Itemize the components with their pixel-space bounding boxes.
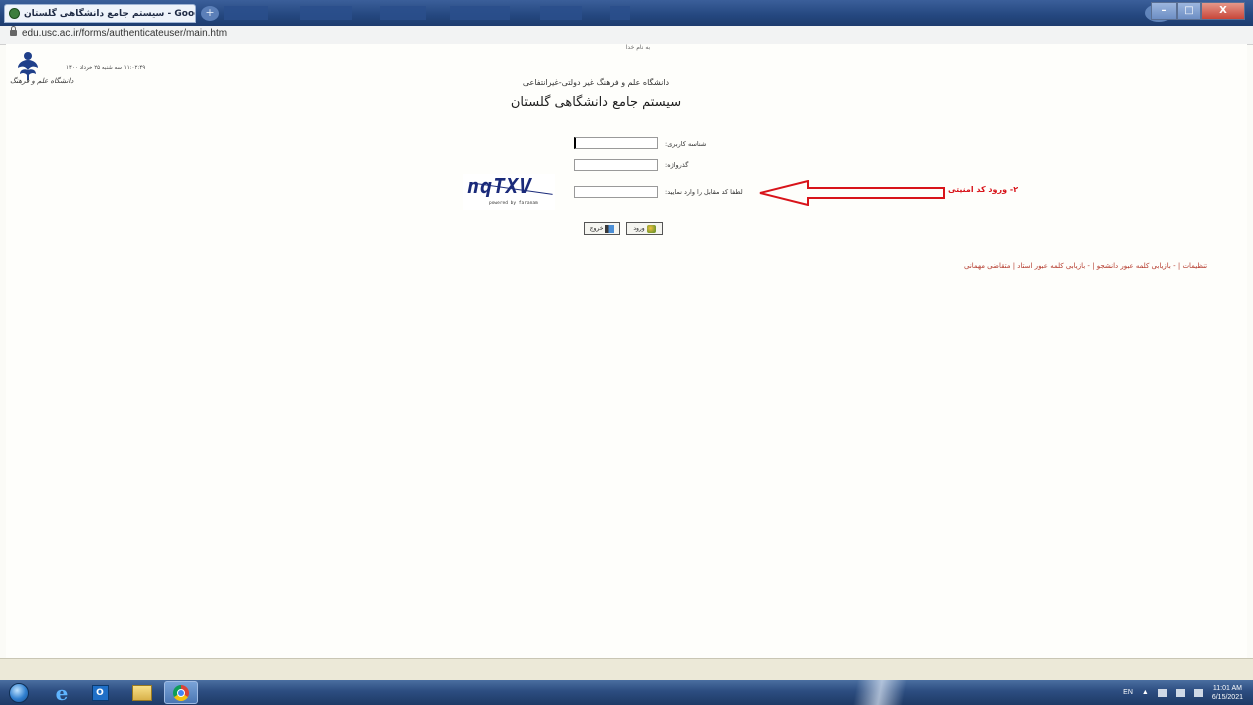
current-datetime: ۱۱:۰۲:۴۹ سه شنبه ۲۵ خرداد ۱۴۰۰ (66, 65, 146, 71)
clock[interactable]: 11:01 AM 6/15/2021 (1212, 684, 1243, 702)
logo-caption: دانشگاه علم و فرهنگ (10, 77, 74, 85)
annotation-text: ۲- ورود کد امنیتی (948, 185, 1019, 194)
title-bar-segment (300, 6, 352, 20)
title-bar-segment (450, 6, 510, 20)
captcha-input[interactable] (574, 186, 658, 198)
window-controls: – □ X (1151, 2, 1245, 20)
url-text[interactable]: edu.usc.ac.ir/forms/authenticateuser/mai… (22, 28, 227, 39)
new-tab-button[interactable]: + (201, 6, 219, 21)
internet-explorer-icon[interactable]: e (50, 681, 74, 705)
bismillah-text: به نام خدا (625, 44, 651, 51)
browser-tab[interactable]: سیستم جامع دانشگاهی گلستان - Google Chro… (4, 4, 196, 23)
door-exit-icon (605, 224, 615, 233)
browser-status-strip (0, 658, 1253, 681)
taskbar-glare (820, 680, 940, 705)
title-bar-segment (610, 6, 630, 20)
password-input[interactable] (574, 159, 658, 171)
network-icon[interactable] (1175, 688, 1185, 697)
browser-title-bar: سیستم جامع دانشگاهی گلستان - Google Chro… (0, 0, 1253, 26)
windows-orb-icon (9, 683, 29, 703)
address-bar[interactable]: edu.usc.ac.ir/forms/authenticateuser/mai… (0, 26, 1253, 45)
action-center-icon[interactable] (1157, 688, 1167, 697)
footer-links[interactable]: تنظیمات | - بازیابی کلمه عبور دانشجو | -… (964, 262, 1207, 270)
close-button[interactable]: X (1201, 2, 1245, 20)
tab-title: سیستم جامع دانشگاهی گلستان - Google Chro… (24, 8, 195, 19)
university-subtitle: دانشگاه علم و فرهنگ غیر دولتی-غیرانتفاعی (522, 78, 670, 87)
key-icon (646, 224, 656, 233)
clock-time: 11:01 AM (1212, 684, 1242, 692)
chrome-taskbar-button[interactable] (164, 681, 198, 704)
username-input[interactable] (574, 137, 658, 149)
volume-icon[interactable] (1193, 688, 1203, 697)
chrome-icon (173, 684, 189, 701)
minimize-button[interactable]: – (1151, 2, 1177, 20)
title-bar-segment (224, 6, 268, 20)
tray-expand-icon[interactable]: ▲ (1142, 689, 1149, 696)
username-label: شناسه کاربری: (665, 140, 707, 148)
title-bar-segment (540, 6, 582, 20)
start-button[interactable] (8, 683, 30, 703)
login-button[interactable]: ورود (626, 222, 663, 235)
exit-button-label: خروج (589, 225, 604, 232)
language-indicator[interactable]: EN (1123, 689, 1133, 696)
page-title: سیستم جامع دانشگاهی گلستان (510, 95, 682, 110)
windows-taskbar: e O EN ▲ 11:01 AM 6/15/2021 (0, 680, 1253, 705)
folder-icon[interactable] (130, 683, 154, 703)
title-bar-segment (380, 6, 426, 20)
maximize-button[interactable]: □ (1177, 2, 1201, 20)
site-favicon-icon (9, 8, 20, 19)
password-label: گذرواژه: (665, 161, 689, 169)
captcha-image: nqTXV powered by faranam (463, 174, 555, 210)
exit-button[interactable]: خروج (584, 222, 620, 235)
login-button-label: ورود (633, 225, 645, 232)
outlook-icon[interactable]: O (88, 683, 112, 703)
captcha-credit: powered by faranam (489, 201, 538, 206)
page-content: به نام خدا دانشگاه علم و فرهنگ ۱۱:۰۲:۴۹ … (6, 44, 1247, 658)
clock-date: 6/15/2021 (1211, 693, 1243, 701)
red-arrow-annotation-icon (759, 180, 945, 206)
system-tray: EN ▲ 11:01 AM 6/15/2021 (1123, 680, 1243, 705)
captcha-label: لطفا کد مقابل را وارد نمایید: (665, 188, 743, 196)
lock-icon (10, 26, 17, 36)
